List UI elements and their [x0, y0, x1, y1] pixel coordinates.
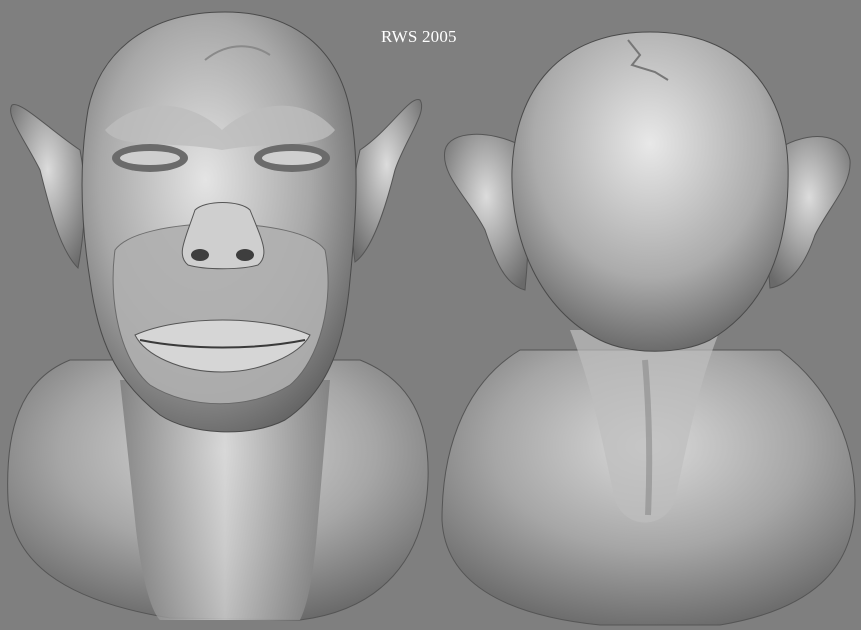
back-view [441, 31, 856, 626]
front-ear-right [351, 99, 423, 263]
render-svg [7, 11, 856, 626]
front-ear-left [10, 104, 86, 270]
back-skull [511, 31, 789, 352]
sculpt-render: RWS 2005 [0, 0, 861, 630]
caption-text: RWS 2005 [381, 27, 457, 46]
front-view [7, 11, 429, 621]
